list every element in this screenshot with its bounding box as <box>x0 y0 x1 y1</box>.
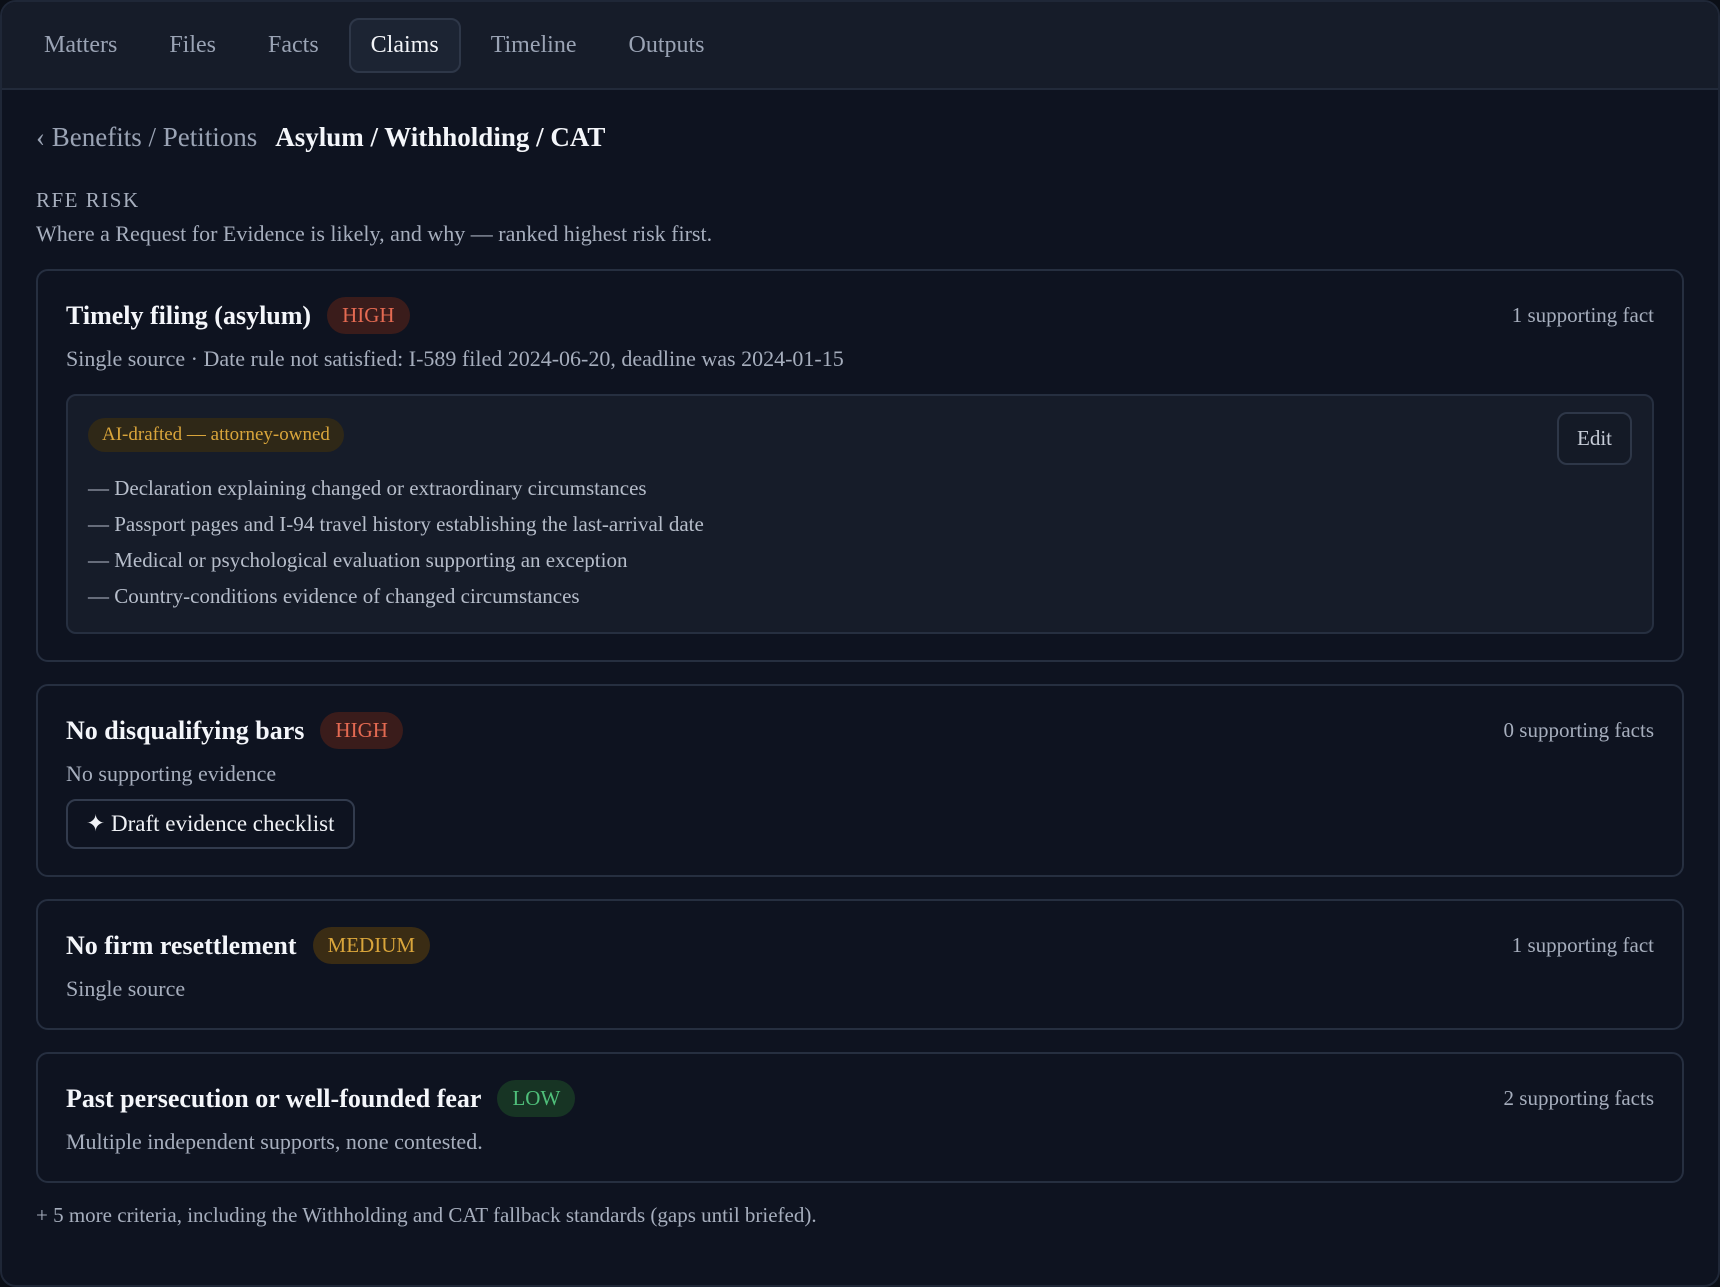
tab-matters[interactable]: Matters <box>22 18 139 73</box>
risk-card-timely-filing: Timely filing (asylum) HIGH 1 supporting… <box>36 269 1684 662</box>
risk-badge: HIGH <box>320 712 403 749</box>
more-criteria-note: + 5 more criteria, including the Withhol… <box>36 1203 817 1227</box>
edit-button[interactable]: Edit <box>1557 412 1632 465</box>
card-subtitle: No supporting evidence <box>66 761 277 786</box>
risk-card-firm-resettlement: No firm resettlement MEDIUM 1 supporting… <box>36 899 1684 1030</box>
card-subtitle: Single source · Date rule not satisfied:… <box>66 346 844 371</box>
supporting-fact-count: 1 supporting fact <box>1511 933 1654 957</box>
tab-timeline[interactable]: Timeline <box>469 18 599 73</box>
checklist-item: — Declaration explaining changed or extr… <box>88 476 647 500</box>
supporting-fact-count: 1 supporting fact <box>1511 303 1654 327</box>
breadcrumb: ‹ Benefits / Petitions Asylum / Withhold… <box>36 122 1684 162</box>
supporting-fact-count: 0 supporting facts <box>1503 718 1654 742</box>
risk-badge: MEDIUM <box>312 927 431 964</box>
ai-draft-panel: AI-drafted — attorney-owned Edit — Decla… <box>66 394 1654 634</box>
breadcrumb-back-link[interactable]: ‹ Benefits / Petitions <box>36 122 257 153</box>
card-title: Past persecution or well-founded fear <box>66 1083 482 1113</box>
evidence-checklist: — Declaration explaining changed or extr… <box>88 470 1632 614</box>
checklist-item: — Country-conditions evidence of changed… <box>88 584 580 608</box>
ai-drafted-chip: AI-drafted — attorney-owned <box>88 418 344 452</box>
risk-card-past-persecution: Past persecution or well-founded fear LO… <box>36 1052 1684 1183</box>
risk-badge: HIGH <box>327 297 410 334</box>
app-window: Matters Files Facts Claims Timeline Outp… <box>0 0 1720 1287</box>
risk-badge: LOW <box>497 1080 576 1117</box>
checklist-item: — Medical or psychological evaluation su… <box>88 548 628 572</box>
tab-outputs[interactable]: Outputs <box>606 18 726 73</box>
section-label: RFE RISK <box>36 188 140 212</box>
card-subtitle: Multiple independent supports, none cont… <box>66 1129 483 1154</box>
card-subtitle: Single source <box>66 976 186 1001</box>
tab-claims[interactable]: Claims <box>348 17 461 73</box>
page-title: Asylum / Withholding / CAT <box>275 122 606 152</box>
card-title: No firm resettlement <box>66 930 297 960</box>
tab-facts[interactable]: Facts <box>246 18 341 73</box>
draft-evidence-checklist-button[interactable]: ✦ Draft evidence checklist <box>66 799 355 849</box>
main-content: ‹ Benefits / Petitions Asylum / Withhold… <box>2 90 1718 1228</box>
supporting-fact-count: 2 supporting facts <box>1503 1086 1654 1110</box>
card-title: Timely filing (asylum) <box>66 300 312 330</box>
risk-card-disqualifying-bars: No disqualifying bars HIGH 0 supporting … <box>36 684 1684 877</box>
checklist-item: — Passport pages and I-94 travel history… <box>88 512 704 536</box>
section-description: Where a Request for Evidence is likely, … <box>36 221 713 246</box>
tab-files[interactable]: Files <box>147 18 238 73</box>
card-title: No disqualifying bars <box>66 715 305 745</box>
top-nav: Matters Files Facts Claims Timeline Outp… <box>2 2 1718 90</box>
